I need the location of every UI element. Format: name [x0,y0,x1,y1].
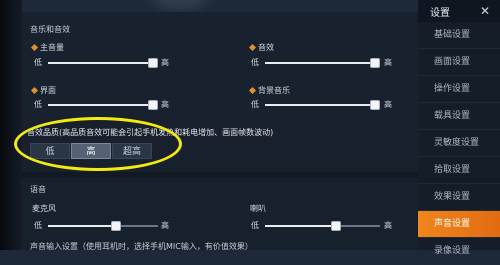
speaker-label-text: 喇叭 [250,204,266,213]
sidebar-item-vehicle[interactable]: 载具设置 [418,103,500,130]
game-background [0,0,22,250]
sidebar-item-graphics[interactable]: 画面设置 [418,49,500,76]
slider-label-ui: 界面 [30,85,56,96]
sidebar-item-controls[interactable]: 操作设置 [418,76,500,103]
slider-fill [265,104,380,106]
speaker-volume-slider[interactable] [265,221,380,231]
highlight-annotation [14,117,182,171]
ui-volume-slider[interactable] [48,100,158,110]
slider-label-sfx: 音效 [248,42,274,53]
slider-low-label: 低 [34,100,42,109]
master-volume-slider[interactable] [48,58,158,68]
diamond-icon [30,43,39,52]
mic-label: 麦克风 [32,203,56,214]
slider-low-label: 低 [34,58,42,67]
sidebar-item-sensitivity[interactable]: 灵敏度设置 [418,130,500,157]
slider-high-label: 高 [384,58,392,67]
diamond-icon [30,86,39,95]
slider-low-label: 低 [251,58,259,67]
sfx-volume-slider[interactable] [265,58,380,68]
slider-label-master: 主音量 [30,42,64,53]
slider-high-label: 高 [161,100,169,109]
slider-label-bgm: 背景音乐 [248,85,290,96]
slider-thumb[interactable] [148,100,158,110]
slider-label-text: 主音量 [40,43,64,52]
sidebar-item-basic[interactable]: 基础设置 [418,22,500,49]
speaker-label: 喇叭 [250,203,266,214]
slider-high-label: 高 [384,221,392,230]
sidebar-item-sound[interactable]: 声音设置 [418,211,500,238]
section-title-voice: 语音 [30,185,46,194]
slider-fill [48,225,116,227]
voice-input-setting-text: 声音输入设置（使用耳机时，选择手机MIC输入，有价值效果） [30,242,253,251]
section-title-music: 音乐和音效 [30,25,70,34]
slider-thumb[interactable] [370,100,380,110]
slider-thumb[interactable] [370,58,380,68]
sidebar-item-effects[interactable]: 效果设置 [418,184,500,211]
slider-fill [265,225,336,227]
section-divider [22,172,418,178]
diamond-icon [248,43,257,52]
slider-high-label: 高 [161,58,169,67]
slider-high-label: 高 [384,100,392,109]
slider-high-label: 高 [161,221,169,230]
bgm-volume-slider[interactable] [265,100,380,110]
close-icon[interactable]: ✕ [476,2,494,20]
slider-fill [48,62,158,64]
slider-thumb[interactable] [331,221,341,231]
sidebar-header: 设置 ✕ [418,0,500,22]
sidebar-item-pickup[interactable]: 拾取设置 [418,157,500,184]
slider-low-label: 低 [34,221,42,230]
mic-label-text: 麦克风 [32,204,56,213]
slider-fill [265,62,380,64]
slider-label-text: 音效 [258,43,274,52]
slider-label-text: 背景音乐 [258,86,290,95]
slider-fill [48,104,158,106]
sidebar-item-recording[interactable]: 录像设置 [418,238,500,265]
settings-sidebar: 设置 ✕ 基础设置 画面设置 操作设置 载具设置 灵敏度设置 拾取设置 效果设置… [418,0,500,265]
mic-volume-slider[interactable] [48,221,158,231]
slider-low-label: 低 [251,100,259,109]
sidebar-title: 设置 [430,7,450,19]
slider-thumb[interactable] [111,221,121,231]
diamond-icon [248,86,257,95]
background-decoration [150,0,210,10]
slider-label-text: 界面 [40,86,56,95]
slider-thumb[interactable] [148,58,158,68]
slider-low-label: 低 [251,221,259,230]
